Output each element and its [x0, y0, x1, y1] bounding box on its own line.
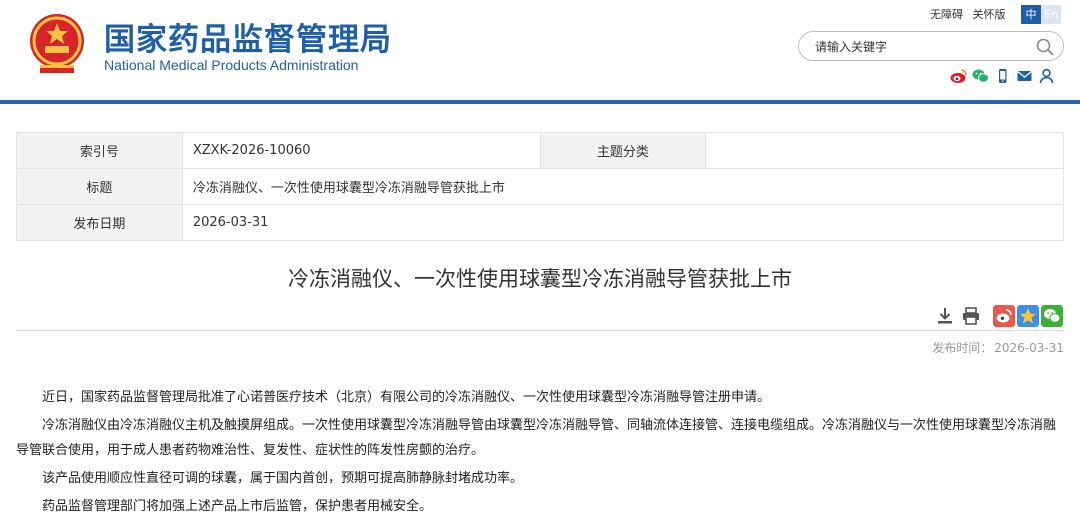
- lang-cn-button[interactable]: 中: [1021, 5, 1041, 24]
- language-switch: 中 En: [1021, 5, 1061, 24]
- top-links: 无障碍 关怀版: [930, 6, 1012, 22]
- search-box: [798, 31, 1064, 61]
- social-links: [950, 68, 1055, 84]
- search-icon[interactable]: [1035, 37, 1055, 57]
- header-divider: [0, 100, 1080, 104]
- topic-value: [705, 132, 1064, 169]
- share-wechat-icon[interactable]: [1041, 305, 1063, 327]
- lang-en-button[interactable]: En: [1041, 5, 1061, 24]
- share-buttons: [993, 305, 1063, 327]
- paragraph: 该产品使用顺应性直径可调的球囊，属于国内首创，预期可提高肺静脉封堵成功率。: [42, 471, 524, 486]
- mobile-icon[interactable]: [994, 68, 1011, 84]
- article-tools: [935, 306, 981, 326]
- meta-row-index: 索引号 XZXK-2026-10060 主题分类: [16, 132, 1064, 169]
- article-title: 冷冻消融仪、一次性使用球囊型冷冻消融导管获批上市: [288, 267, 792, 291]
- article-meta-table: 索引号 XZXK-2026-10060 主题分类 标题 冷冻消融仪、一次性使用球…: [16, 132, 1065, 241]
- share-qzone-icon[interactable]: [1017, 305, 1039, 327]
- search-input[interactable]: [815, 37, 1025, 56]
- publish-time: 发布时间： 2026-03-31: [932, 339, 1064, 356]
- paragraph: 药品监督管理部门将加强上述产品上市后监管，保护患者用械安全。: [42, 499, 433, 514]
- index-label: 索引号: [16, 132, 183, 169]
- user-icon[interactable]: [1038, 68, 1055, 84]
- article-content: 近日，国家药品监督管理局批准了心诺普医疗技术（北京）有限公司的冷冻消融仪、一次性…: [16, 385, 1066, 522]
- mail-icon[interactable]: [1016, 68, 1033, 84]
- site-title-en[interactable]: National Medical Products Administration: [104, 57, 358, 73]
- national-emblem-icon: [30, 14, 84, 73]
- print-icon[interactable]: [961, 306, 981, 326]
- publish-time-value: 2026-03-31: [994, 341, 1064, 355]
- site-header: 国家药品监督管理局 National Medical Products Admi…: [0, 0, 1080, 100]
- paragraph: 近日，国家药品监督管理局批准了心诺普医疗技术（北京）有限公司的冷冻消融仪、一次性…: [42, 390, 771, 405]
- date-label: 发布日期: [16, 204, 183, 241]
- date-value: 2026-03-31: [181, 204, 1065, 241]
- share-weibo-icon[interactable]: [993, 305, 1015, 327]
- title-label: 标题: [16, 168, 183, 205]
- title-divider: [16, 330, 1064, 331]
- meta-row-title: 标题 冷冻消融仪、一次性使用球囊型冷冻消融导管获批上市: [16, 168, 1065, 205]
- elder-mode-link[interactable]: 关怀版: [973, 8, 1006, 21]
- wechat-icon[interactable]: [972, 68, 989, 84]
- accessibility-link[interactable]: 无障碍: [930, 8, 963, 21]
- weibo-icon[interactable]: [950, 68, 967, 84]
- publish-time-label: 发布时间：: [932, 341, 993, 355]
- site-title-cn[interactable]: 国家药品监督管理局: [104, 14, 392, 59]
- download-icon[interactable]: [935, 306, 955, 326]
- index-value: XZXK-2026-10060: [181, 132, 541, 169]
- title-value: 冷冻消融仪、一次性使用球囊型冷冻消融导管获批上市: [181, 168, 1065, 205]
- topic-label: 主题分类: [539, 132, 707, 169]
- paragraph: 冷冻消融仪由冷冻消融仪主机及触摸屏组成。一次性使用球囊型冷冻消融导管由球囊型冷冻…: [16, 418, 1057, 458]
- meta-row-date: 发布日期 2026-03-31: [16, 204, 1065, 241]
